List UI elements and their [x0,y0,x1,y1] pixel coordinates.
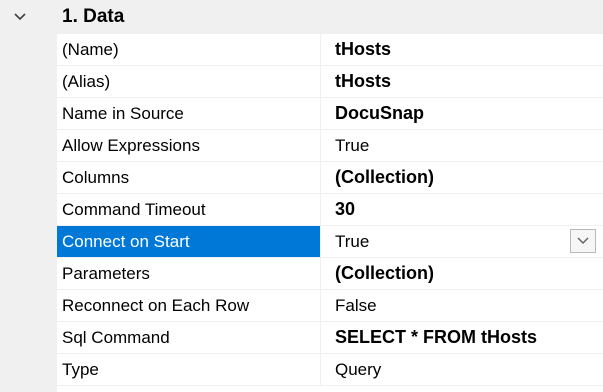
property-value[interactable]: True [322,130,603,161]
property-row-alias[interactable]: (Alias) tHosts [57,66,603,98]
property-row-allow-expressions[interactable]: Allow Expressions True [57,130,603,162]
property-name[interactable]: Allow Expressions [57,130,321,161]
property-value[interactable]: DocuSnap [322,98,603,129]
property-row-name[interactable]: (Name) tHosts [57,34,603,66]
property-value[interactable]: True [322,226,603,257]
property-name[interactable]: Parameters [57,258,321,289]
property-name[interactable]: Type [57,354,321,385]
property-value[interactable]: Query [322,354,603,385]
property-row-parameters[interactable]: Parameters (Collection) [57,258,603,290]
property-row-reconnect-on-each-row[interactable]: Reconnect on Each Row False [57,290,603,322]
property-row-connect-on-start[interactable]: Connect on Start True [57,226,603,258]
property-name-selected[interactable]: Connect on Start [57,226,321,257]
property-value[interactable]: 30 [322,194,603,225]
property-name[interactable]: Command Timeout [57,194,321,225]
property-value[interactable]: (Collection) [322,258,603,289]
property-name[interactable]: Columns [57,162,321,193]
dropdown-button[interactable] [570,229,596,253]
chevron-down-icon [577,237,589,244]
property-name[interactable]: Reconnect on Each Row [57,290,321,321]
property-value[interactable]: (Collection) [322,162,603,193]
property-rows: (Name) tHosts (Alias) tHosts Name in Sou… [57,34,603,386]
property-name[interactable]: Sql Command [57,322,321,353]
category-header-data[interactable]: 1. Data [0,0,603,34]
property-name[interactable]: (Alias) [57,66,321,97]
property-row-command-timeout[interactable]: Command Timeout 30 [57,194,603,226]
property-row-name-in-source[interactable]: Name in Source DocuSnap [57,98,603,130]
property-row-columns[interactable]: Columns (Collection) [57,162,603,194]
category-label: 1. Data [62,6,125,27]
property-grid: 1. Data (Name) tHosts (Alias) tHosts Nam… [0,0,603,392]
property-value[interactable]: tHosts [322,66,603,97]
property-grid-margin [0,0,57,392]
property-row-type[interactable]: Type Query [57,354,603,386]
property-name[interactable]: Name in Source [57,98,321,129]
property-name[interactable]: (Name) [57,34,321,65]
property-value[interactable]: tHosts [322,34,603,65]
property-row-sql-command[interactable]: Sql Command SELECT * FROM tHosts [57,322,603,354]
chevron-down-icon[interactable] [12,9,28,25]
property-value[interactable]: SELECT * FROM tHosts [322,322,603,353]
property-value[interactable]: False [322,290,603,321]
